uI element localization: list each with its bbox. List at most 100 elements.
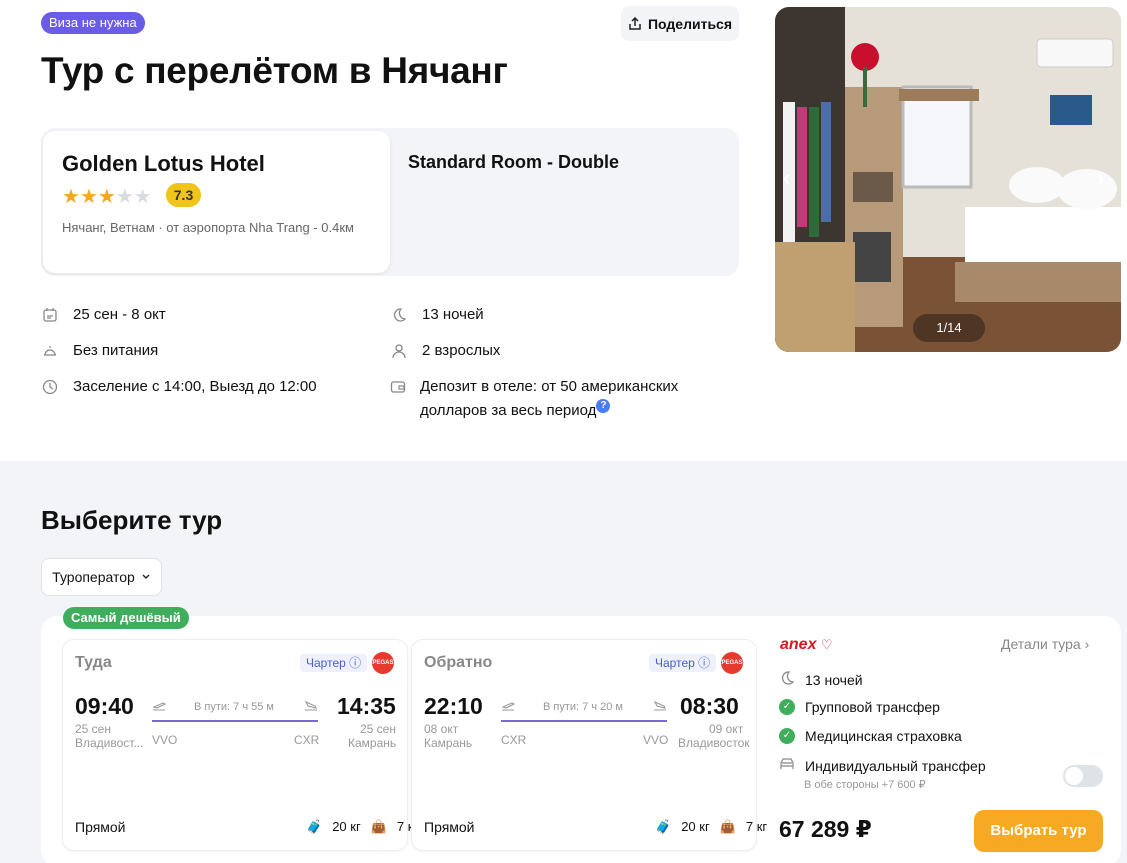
arrival-time: 14:35 <box>337 693 396 719</box>
nights-text: 13 ночей <box>422 306 484 323</box>
section-title: Выберите тур <box>41 505 223 535</box>
handbag-icon: 👜 <box>719 819 736 834</box>
flight-duration: В пути: 7 ч 55 м <box>194 701 274 713</box>
flight-direction: Обратно <box>424 654 493 671</box>
checkin-text: Заселение с 14:00, Выезд до 12:00 <box>73 378 317 395</box>
flight-direction: Туда <box>75 654 112 671</box>
operator-logo: anex ♡ <box>780 636 833 654</box>
toggle-knob <box>1065 767 1083 785</box>
departure-code: CXR <box>501 733 527 747</box>
share-label: Поделиться <box>647 15 733 32</box>
arrival-date: 25 сен <box>360 722 396 736</box>
hotel-stars: ★★★★★ <box>62 184 152 209</box>
checkin-item: Заселение с 14:00, Выезд до 12:00 <box>41 375 317 399</box>
star-filled-icon: ★ <box>79 186 98 208</box>
star-filled-icon: ★ <box>62 186 80 208</box>
hotel-photo[interactable]: ‹ › <box>775 7 1121 352</box>
photo-prev-arrow[interactable]: ‹ <box>783 165 790 191</box>
room-photo-image <box>775 7 1121 352</box>
individual-transfer-note: В обе стороны +7 600 ₽ <box>804 779 926 791</box>
visa-badge: Виза не нужна <box>41 12 145 34</box>
arrival-code: VVO <box>643 733 669 747</box>
baggage-weight: 20 кг <box>681 819 710 834</box>
page-title: Тур с перелётом в Нячанг <box>41 50 508 91</box>
offer-insurance-text: Медицинская страховка <box>805 728 962 744</box>
airline-logo: PEGAS <box>372 652 394 674</box>
departure-time: 22:10 <box>424 693 483 719</box>
clock-icon <box>41 375 59 399</box>
operator-filter-label: Туроператор <box>52 569 135 585</box>
help-icon[interactable]: ? <box>596 399 611 413</box>
flight-type: Прямой <box>424 819 475 835</box>
tour-price: 67 289 ₽ <box>779 816 872 842</box>
guests-item: 2 взрослых <box>390 339 500 363</box>
calendar-icon <box>41 303 59 327</box>
moon-icon <box>779 670 795 689</box>
share-icon <box>629 16 641 30</box>
hand-luggage-weight: 7 кг <box>745 819 768 834</box>
car-icon <box>779 757 795 774</box>
star-empty-icon: ★ <box>133 186 152 208</box>
arrival-city: Владивосток <box>678 736 750 750</box>
baggage-weight: 20 кг <box>332 819 361 834</box>
offer-individual-transfer: Индивидуальный трансфер <box>779 757 986 774</box>
arrival-date: 09 окт <box>709 722 744 736</box>
deposit-text: Депозит в отеле: от 50 американских долл… <box>420 375 710 423</box>
departure-code: VVO <box>152 733 178 747</box>
departure-date: 08 окт <box>424 722 459 736</box>
departure-time: 09:40 <box>75 693 134 719</box>
hotel-location: Нячанг, Ветнам · от аэропорта Nha Trang … <box>62 220 354 235</box>
details-link-label: Детали тура <box>1001 636 1081 652</box>
share-button[interactable]: Поделиться <box>621 6 739 41</box>
operator-filter[interactable]: Туроператор <box>41 558 162 596</box>
landing-icon <box>653 699 667 717</box>
suitcase-icon: 🧳 <box>655 819 672 834</box>
info-icon: ⓘ <box>349 656 362 670</box>
deposit-item: Депозит в отеле: от 50 американских долл… <box>390 375 710 423</box>
charter-badge: Чартер ⓘ <box>300 654 368 672</box>
individual-transfer-toggle[interactable] <box>1063 765 1103 787</box>
flight-duration: В пути: 7 ч 20 м <box>543 701 623 713</box>
star-empty-icon: ★ <box>115 186 134 208</box>
departure-city: Владивост... <box>75 736 144 750</box>
suitcase-icon: 🧳 <box>306 819 323 834</box>
baggage-info: 🧳 20 кг 👜 7 кг <box>306 819 418 835</box>
photo-next-arrow[interactable]: › <box>1097 165 1104 191</box>
offer-transfer-text: Групповой трансфер <box>805 699 940 715</box>
meal-item: Без питания <box>41 339 158 363</box>
nights-item: 13 ночей <box>390 303 484 327</box>
room-name: Standard Room - Double <box>408 152 619 172</box>
cheapest-badge: Самый дешёвый <box>63 607 189 629</box>
hotel-name[interactable]: Golden Lotus Hotel <box>62 151 265 177</box>
cloche-icon <box>41 339 59 363</box>
select-tour-button[interactable]: Выбрать тур <box>974 810 1103 852</box>
chevron-down-icon <box>142 574 150 579</box>
charter-label: Чартер <box>306 656 346 670</box>
flight-type: Прямой <box>75 819 126 835</box>
arrival-city: Камрань <box>348 736 397 750</box>
dates-text: 25 сен - 8 окт <box>73 306 166 323</box>
meal-text: Без питания <box>73 342 159 359</box>
chevron-right-icon: › <box>1084 636 1090 652</box>
photo-counter: 1/14 <box>913 314 985 342</box>
deposit-label: Депозит в отеле: от 50 американских долл… <box>420 378 679 419</box>
landing-icon <box>304 699 318 717</box>
charter-badge: Чартер ⓘ <box>649 654 717 672</box>
arrival-code: CXR <box>294 733 320 747</box>
rating-badge: 7.3 <box>166 183 201 207</box>
offer-nights: 13 ночей <box>779 670 863 689</box>
takeoff-icon <box>501 699 516 717</box>
moon-icon <box>390 303 408 327</box>
check-icon: ✓ <box>779 699 795 715</box>
charter-label: Чартер <box>655 656 695 670</box>
check-icon: ✓ <box>779 728 795 744</box>
departure-date: 25 сен <box>75 722 111 736</box>
offer-insurance: ✓ Медицинская страховка <box>779 728 962 744</box>
baggage-info: 🧳 20 кг 👜 7 кг <box>655 819 767 835</box>
tour-details-link[interactable]: Детали тура › <box>1001 636 1089 652</box>
offer-transfer: ✓ Групповой трансфер <box>779 699 940 715</box>
takeoff-icon <box>152 699 167 717</box>
info-icon: ⓘ <box>698 656 711 670</box>
airline-logo: PEGAS <box>721 652 743 674</box>
heart-icon[interactable]: ♡ <box>821 637 833 652</box>
